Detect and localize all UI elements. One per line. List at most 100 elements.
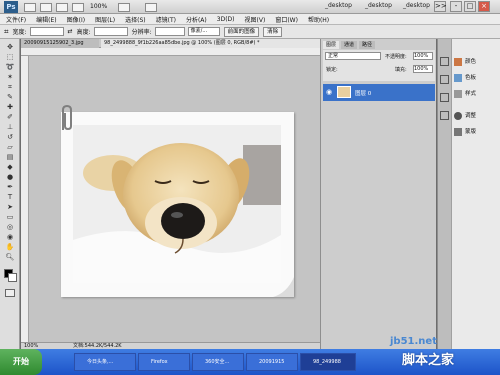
taskbar-button-2[interactable]: Firefox [138,353,190,371]
panel-masks[interactable]: 蒙版 [454,125,500,139]
lasso-tool-icon[interactable]: ➰ [5,63,15,71]
maximize-button[interactable]: □ [464,1,476,12]
panel-swatches[interactable]: 色板 [454,71,500,85]
menu-window[interactable]: 窗口(W) [275,15,298,24]
tab-channels[interactable]: 通道 [341,41,358,49]
arrange-documents-icon[interactable] [118,3,130,12]
3d-rotate-icon[interactable]: ◎ [5,223,15,231]
menu-select[interactable]: 选择(S) [125,15,146,24]
document-tabs: 20090915125902_3.jpg 98_2499888_9f1b226a… [21,39,320,48]
mini-bridge-icon[interactable] [40,3,52,12]
layers-panel: 图层 通道 路径 正常 不透明度: 100% 锁定: 填充: 100% ◉ 图层… [320,39,436,349]
masks-icon [454,127,462,136]
taskbar-button-3[interactable]: 360安全... [192,353,244,371]
menu-image[interactable]: 图像(I) [67,15,85,24]
height-field[interactable] [93,27,128,36]
status-bar: 100% 文档:544.2K/544.2K [21,342,320,349]
blend-mode-select[interactable]: 正常 [325,52,381,60]
tab-paths[interactable]: 路径 [359,41,376,49]
screen-mode-icon[interactable] [145,3,157,12]
eye-icon[interactable]: ◉ [326,88,332,96]
width-field[interactable] [29,27,64,36]
menu-3d[interactable]: 3D(D) [217,16,235,23]
menu-help[interactable]: 帮助(H) [308,15,329,24]
toolbox: ✥ ⬚ ➰ ✶ ⌗ ✎ ✚ ✐ ⊥ ↺ ▱ ▤ ◆ ● ✒ T ➤ ▭ ◎ ◉ … [0,39,20,349]
pen-tool-icon[interactable]: ✒ [5,183,15,191]
taskbar-button-1[interactable]: 今日头条,... [74,353,136,371]
menu-edit[interactable]: 编辑(E) [36,15,56,24]
taskbar-button-5[interactable]: 98_249988 [300,353,356,371]
minimize-button[interactable]: - [450,1,462,12]
crop-tool-icon[interactable]: ⌗ [4,27,9,37]
brushes-icon[interactable] [440,93,449,102]
menu-analysis[interactable]: 分析(A) [186,15,207,24]
swatches-icon [454,73,462,82]
dodge-tool-icon[interactable]: ● [5,173,15,181]
menu-layer[interactable]: 图层(L) [95,15,115,24]
swap-icon[interactable]: ⇄ [68,28,73,35]
canvas-area[interactable] [29,56,320,342]
tab-layers[interactable]: 图层 [323,41,340,49]
title-bar: Ps 100% _desktop _desktop _desktop >> - … [0,0,500,14]
move-tool-icon[interactable]: ✥ [5,43,15,51]
page-curl-icon [273,277,294,297]
background-color-swatch[interactable] [8,273,17,282]
workspace-button-2[interactable]: _desktop [365,2,392,9]
menu-file[interactable]: 文件(F) [6,15,26,24]
unit-select[interactable]: 像素/... [187,27,220,36]
tab-document-1[interactable]: 20090915125902_3.jpg [21,39,99,48]
workspace-button-3[interactable]: _desktop [403,2,430,9]
photoshop-logo: Ps [4,1,18,13]
opacity-field[interactable]: 100% [413,52,433,60]
path-selection-icon[interactable]: ➤ [5,203,15,211]
history-brush-icon[interactable]: ↺ [5,133,15,141]
zoom-tool-icon[interactable]: 🔍︎ [5,253,15,261]
history-icon[interactable] [440,57,449,66]
layer-controls: 正常 不透明度: 100% 锁定: 填充: 100% [323,50,435,81]
clone-source-icon[interactable] [440,111,449,120]
bridge-icon[interactable] [24,3,36,12]
front-image-button[interactable]: 前面的图像 [223,26,260,37]
zoom-tool-icon[interactable] [72,3,84,12]
close-button[interactable]: × [478,1,490,12]
hand-tool-icon[interactable] [56,3,68,12]
hand-tool-icon[interactable]: ✋ [5,243,15,251]
eraser-tool-icon[interactable]: ▱ [5,143,15,151]
fill-field[interactable]: 100% [413,65,433,73]
panel-adjustments[interactable]: 调整 [454,109,500,123]
side-panel: 颜色 色板 样式 调整 蒙版 [451,39,500,349]
menu-view[interactable]: 视图(V) [245,15,266,24]
shape-tool-icon[interactable]: ▭ [5,213,15,221]
tab-document-2[interactable]: 98_2499888_9f1b226aa85dbe.jpg @ 100% (图层… [101,39,320,48]
quick-mask-icon[interactable] [5,289,15,297]
magic-wand-icon[interactable]: ✶ [5,73,15,81]
menu-filter[interactable]: 滤镜(T) [156,15,176,24]
brush-tool-icon[interactable]: ✐ [5,113,15,121]
healing-brush-icon[interactable]: ✚ [5,103,15,111]
start-button[interactable]: 开始 [0,349,42,375]
watermark-text: 脚本之家 [402,353,455,368]
zoom-level[interactable]: 100% [90,3,107,10]
more-workspaces-button[interactable]: >> [434,1,447,12]
3d-orbit-icon[interactable]: ◉ [5,233,15,241]
marquee-tool-icon[interactable]: ⬚ [5,53,15,61]
resolution-field[interactable] [154,27,185,36]
options-bar: ⌗ 宽度: ⇄ 高度: 分辨率: 像素/... 前面的图像 清除 [0,25,500,39]
adjustments-icon [454,111,462,120]
panel-styles[interactable]: 样式 [454,87,500,101]
blur-tool-icon[interactable]: ◆ [5,163,15,171]
type-tool-icon[interactable]: T [5,193,15,201]
crop-tool-icon[interactable]: ⌗ [5,83,15,91]
layer-row[interactable]: ◉ 图层 0 [323,84,435,101]
actions-icon[interactable] [440,75,449,84]
eyedropper-icon[interactable]: ✎ [5,93,15,101]
side-dock-strip [437,39,451,349]
taskbar-button-4[interactable]: 20091915 [246,353,298,371]
workspace-button-1[interactable]: _desktop [325,2,352,9]
menu-bar: 文件(F) 编辑(E) 图像(I) 图层(L) 选择(S) 滤镜(T) 分析(A… [0,14,500,25]
clone-stamp-icon[interactable]: ⊥ [5,123,15,131]
watermark-site: jb51.net [390,336,437,347]
gradient-tool-icon[interactable]: ▤ [5,153,15,161]
clear-button[interactable]: 清除 [263,26,283,37]
panel-color[interactable]: 颜色 [454,55,500,69]
